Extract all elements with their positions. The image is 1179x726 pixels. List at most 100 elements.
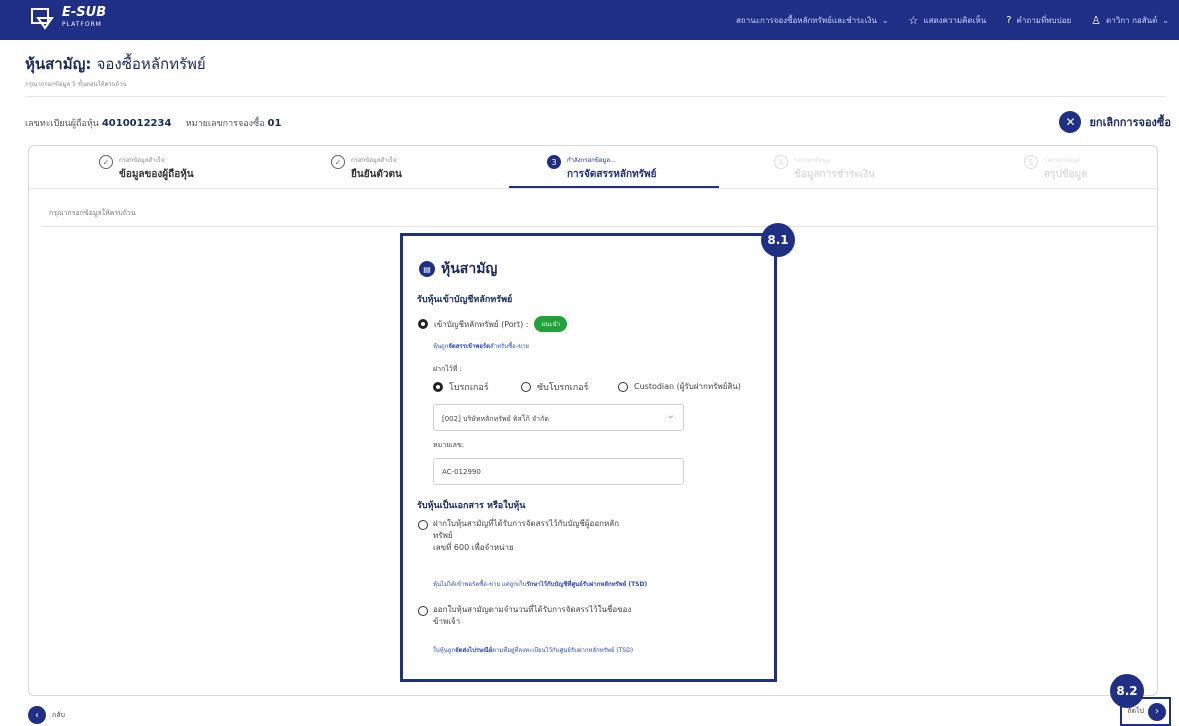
radio-empty-icon <box>521 382 531 392</box>
step-number-icon: 3 <box>547 155 561 169</box>
step-status: รอกรอกข้อมูล <box>794 157 831 164</box>
step-number-icon: 4 <box>774 155 788 169</box>
next-label: ถัดไป <box>1127 707 1144 715</box>
deposit-tsd-text: ฝากใบหุ้นสามัญที่ได้รับการจัดสรรไว้กับบั… <box>433 518 619 554</box>
option-line: ทรัพย์ <box>433 531 453 540</box>
port-link-bold: จัดสรรเข้าพอร์ต <box>448 343 491 350</box>
port-link-pre: หุ้นถูก <box>433 343 449 350</box>
logo-icon <box>31 8 54 30</box>
radio-empty-icon <box>418 520 428 530</box>
broker-select[interactable]: [002] บริษัทหลักทรัพย์ ทิสโก้ จำกัด ⌄ <box>433 404 684 431</box>
radio-empty-icon <box>618 381 628 392</box>
check-icon: ✓ <box>99 155 113 169</box>
next-button[interactable]: ถัดไป › <box>1120 697 1171 726</box>
radio-subbroker-label: ซับโบรกเกอร์ <box>537 383 589 393</box>
section-certificate: รับหุ้นเป็นเอกสาร หรือใบหุ้น <box>417 501 526 511</box>
radio-subbroker[interactable]: ซับโบรกเกอร์ <box>521 380 588 394</box>
step-5[interactable]: 5 รอกรอกข้อมูลสรุปข้อมูล <box>1024 155 1087 182</box>
stepper: ✓ กรอกข้อมูลสำเร็จข้อมูลของผู้ถือหุ้น ✓ … <box>29 146 1157 189</box>
option-line: ฝากใบหุ้นสามัญที่ได้รับการจัดสรรไว้กับบั… <box>433 519 619 528</box>
nav-faq-label: คำถามที่พบบ่อย <box>1016 15 1072 25</box>
step-status: กรอกข้อมูลสำเร็จ <box>119 157 165 164</box>
logo-subtext: PLATFORM <box>62 21 102 28</box>
info-row: เลขทะเบียนผู้ถือหุ้น 4010012234 หมายเลขก… <box>25 116 281 130</box>
radio-deposit-tsd[interactable] <box>418 520 428 530</box>
nav-status[interactable]: สถานะการจองซื้อหลักทรัพย์และชำระเงิน ⌄ <box>736 14 888 27</box>
deposit-label: ฝากไว้ที่ : <box>433 365 462 373</box>
step-label: สรุปข้อมูล <box>1044 169 1088 180</box>
radio-custodian[interactable]: Custodian (ผู้รับฝากทรัพย์สิน) <box>618 380 741 393</box>
step-3[interactable]: 3 กำลังกรอกข้อมูล... การจัดสรรหลักทรัพย์ <box>547 155 656 182</box>
mail-link-pre: ใบหุ้นถูก <box>433 647 456 654</box>
tsd-link-pre: หุ้นไม่ได้เข้าพอร์ตซื้อ-ขาย แต่ถูกเก็บ <box>433 581 527 588</box>
instruction-text: กรุณากรอกข้อมูลให้ครบถ้วน <box>49 209 136 217</box>
option-line: เลขที่ 600 เพื่อจำหน่าย <box>433 543 514 552</box>
step-4[interactable]: 4 รอกรอกข้อมูลข้อมูลการชำระเงิน <box>774 155 875 182</box>
tsd-link-bold: รักษาไว้กับบัญชีที่ศูนย์รับฝากหลักทรัพย์… <box>526 581 648 588</box>
step-label: ข้อมูลการชำระเงิน <box>794 169 875 180</box>
port-info-link: หุ้นถูกจัดสรรเข้าพอร์ตสำหรับซื้อ-ขาย <box>433 341 529 351</box>
step-label: การจัดสรรหลักทรัพย์ <box>567 169 657 180</box>
page-title-light: จองซื้อหลักทรัพย์ <box>96 55 206 73</box>
close-icon: ✕ <box>1059 111 1082 133</box>
radio-port[interactable]: เข้าบัญชีหลักทรัพย์ (Port) : แนะนำ <box>418 316 568 332</box>
issue-certificate-text: ออกใบหุ้นสามัญตามจำนวนที่ได้รับการจัดสรร… <box>433 604 631 628</box>
nav-feedback-label: แสดงความคิดเห็น <box>923 15 987 25</box>
mail-link-post: ตามที่อยู่ที่ลงทะเบียนไว้กับศูนย์รับฝากห… <box>492 647 634 654</box>
step-status: รอกรอกข้อมูล <box>1044 157 1081 164</box>
divider <box>41 226 1156 227</box>
radio-selected-icon <box>418 319 428 329</box>
chevron-left-icon: ‹ <box>28 706 46 724</box>
cancel-order-button[interactable]: ✕ ยกเลิกการจองซื้อ <box>1059 111 1171 133</box>
radio-port-label: เข้าบัญชีหลักทรัพย์ (Port) : <box>434 319 529 329</box>
order-value: 01 <box>267 118 282 129</box>
nav-faq[interactable]: ? คำถามที่พบบ่อย <box>1006 14 1071 27</box>
chevron-down-icon: ⌄ <box>1162 15 1169 25</box>
page-subtitle: กรุณากรอกข้อมูล 5 ขั้นตอนให้ครบถ้วน <box>25 81 127 88</box>
check-icon: ✓ <box>331 155 345 169</box>
page-title: หุ้นสามัญ: จองซื้อหลักทรัพย์ <box>25 52 206 76</box>
page-header: หุ้นสามัญ: จองซื้อหลักทรัพย์ กรุณากรอกข้… <box>25 52 206 89</box>
step-number-icon: 5 <box>1024 155 1038 169</box>
nav-user[interactable]: ♙ ดาวิกา กอสันต์ ⌄ <box>1091 14 1169 27</box>
radio-custodian-label: Custodian (ผู้รับฝากทรัพย์สิน) <box>634 382 741 391</box>
step-status: กำลังกรอกข้อมูล... <box>567 157 616 164</box>
step-label: ยืนยันตัวตน <box>351 169 402 180</box>
radio-issue-certificate[interactable] <box>418 606 428 616</box>
step-1[interactable]: ✓ กรอกข้อมูลสำเร็จข้อมูลของผู้ถือหุ้น <box>99 155 194 182</box>
account-number-input[interactable]: AC-012990 <box>433 458 684 485</box>
panel-title-text: หุ้นสามัญ <box>441 261 498 277</box>
back-button[interactable]: ‹ กลับ <box>28 706 65 724</box>
tsd-info-link: หุ้นไม่ได้เข้าพอร์ตซื้อ-ขาย แต่ถูกเก็บรั… <box>433 579 647 589</box>
logo[interactable]: E-SUB PLATFORM <box>30 6 106 32</box>
active-step-indicator <box>509 186 719 188</box>
mail-info-link: ใบหุ้นถูกจัดส่งไปรษณีย์ตามที่อยู่ที่ลงทะ… <box>433 645 633 655</box>
step-label: ข้อมูลของผู้ถือหุ้น <box>119 169 194 180</box>
top-bar: E-SUB PLATFORM สถานะการจองซื้อหลักทรัพย์แ… <box>0 0 1179 40</box>
port-link-post: สำหรับซื้อ-ขาย <box>490 343 529 350</box>
star-icon: ☆ <box>908 13 919 27</box>
radio-broker[interactable]: โบรกเกอร์ <box>433 380 489 394</box>
nav-status-label: สถานะการจองซื้อหลักทรัพย์และชำระเงิน <box>736 15 877 25</box>
step-2[interactable]: ✓ กรอกข้อมูลสำเร็จยืนยันตัวตน <box>331 155 402 182</box>
chevron-right-icon: › <box>1148 702 1166 721</box>
holder-value: 4010012234 <box>101 118 172 129</box>
section-port: รับหุ้นเข้าบัญชีหลักทรัพย์ <box>417 295 513 305</box>
help-icon: ? <box>1006 14 1012 26</box>
recommended-badge: แนะนำ <box>534 316 568 332</box>
account-number-value: AC-012990 <box>442 468 481 476</box>
option-line: ข้าพเจ้า <box>433 617 461 626</box>
broker-select-value: [002] บริษัทหลักทรัพย์ ทิสโก้ จำกัด <box>442 415 549 423</box>
cancel-label: ยกเลิกการจองซื้อ <box>1089 116 1171 129</box>
panel-title: ▤ หุ้นสามัญ <box>419 258 497 280</box>
order-label: หมายเลขการจองซื้อ <box>185 119 265 129</box>
step-status: กรอกข้อมูลสำเร็จ <box>351 157 397 164</box>
nav-feedback[interactable]: ☆ แสดงความคิดเห็น <box>909 14 987 27</box>
radio-empty-icon <box>418 606 428 616</box>
document-icon: ▤ <box>419 261 435 277</box>
page-title-bold: หุ้นสามัญ: <box>25 55 92 73</box>
user-icon: ♙ <box>1091 13 1102 27</box>
annotation-badge-8-1: 8.1 <box>761 223 795 257</box>
divider <box>25 96 1165 97</box>
chevron-down-icon: ⌄ <box>666 410 675 421</box>
